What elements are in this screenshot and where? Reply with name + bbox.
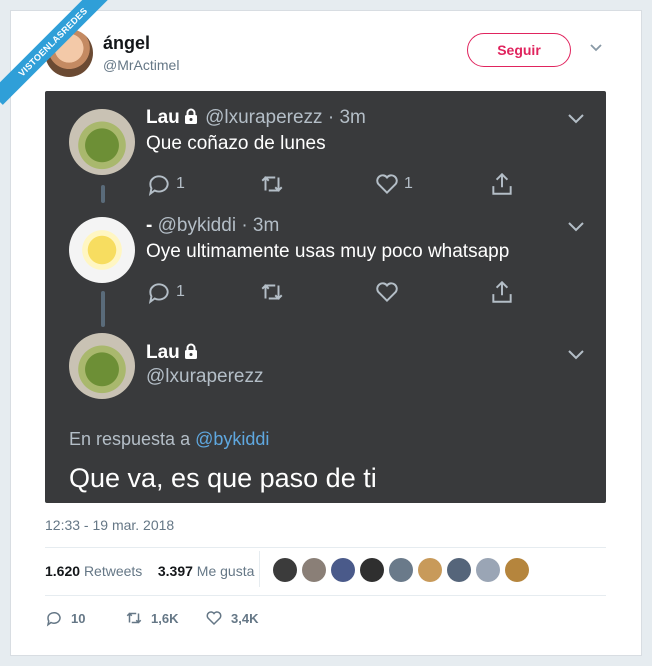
reply-button[interactable]: 10 <box>45 609 85 627</box>
author-name[interactable]: - <box>146 215 152 236</box>
author-handle[interactable]: @lxuraperezz <box>205 107 323 128</box>
tweet-time: · 3m <box>241 215 280 236</box>
chevron-down-icon[interactable] <box>567 217 585 235</box>
user-handle[interactable]: @MrActimel <box>103 57 179 73</box>
reply-mention-link[interactable]: @bykiddi <box>195 429 269 449</box>
share-button[interactable] <box>489 171 515 197</box>
liker-avatar[interactable] <box>505 558 529 582</box>
tweet-header: Lau <box>146 342 200 364</box>
tweet-card: VISTOENLASREDES ángel @MrActimel Seguir … <box>0 0 642 656</box>
reply-prefix: En respuesta a <box>69 429 191 449</box>
likes-label[interactable]: Me gusta <box>197 563 255 579</box>
lock-icon <box>184 343 197 359</box>
retweet-icon <box>126 612 142 624</box>
chevron-down-icon[interactable] <box>567 345 585 363</box>
chevron-down-icon[interactable] <box>589 41 603 55</box>
reply-button[interactable]: 1 <box>146 279 185 305</box>
liker-avatar[interactable] <box>331 558 355 582</box>
retweet-count: 1,6K <box>151 610 179 626</box>
tweet-time: · 3m <box>327 107 366 128</box>
reply-button[interactable]: 1 <box>146 171 185 197</box>
follow-button[interactable]: Seguir <box>467 33 571 67</box>
reply-count: 10 <box>71 610 86 626</box>
like-button[interactable] <box>374 279 404 305</box>
liker-avatar[interactable] <box>360 558 384 582</box>
reply-icon <box>148 175 169 197</box>
retweets-count[interactable]: 1.620 <box>45 563 80 579</box>
screenshot-panel: Lau @lxuraperezz · 3m Que coñazo de lune… <box>45 91 606 503</box>
tweet-timestamp[interactable]: 12:33 - 19 mar. 2018 <box>45 517 174 533</box>
liker-avatar[interactable] <box>273 558 297 582</box>
avatar[interactable] <box>69 333 135 399</box>
liker-avatar[interactable] <box>476 558 500 582</box>
liker-avatars <box>273 558 529 582</box>
share-icon <box>492 280 512 303</box>
thread-line <box>101 185 105 203</box>
retweets-label[interactable]: Retweets <box>84 563 142 579</box>
share-button[interactable] <box>489 279 515 305</box>
tweet-stats: 1.620 Retweets 3.397 Me gusta <box>45 563 254 579</box>
divider <box>45 595 606 596</box>
divider <box>259 551 260 587</box>
like-button[interactable]: 1 <box>374 171 413 197</box>
divider <box>45 547 606 548</box>
reply-count: 1 <box>176 283 185 300</box>
retweet-button[interactable] <box>259 171 289 197</box>
share-icon <box>492 172 512 195</box>
liker-avatar[interactable] <box>389 558 413 582</box>
likes-count[interactable]: 3.397 <box>158 563 193 579</box>
like-count: 1 <box>404 175 413 192</box>
main-tweet-text: Que va, es que paso de ti <box>69 463 377 493</box>
like-button[interactable]: 3,4K <box>205 609 258 627</box>
heart-icon <box>206 611 222 626</box>
heart-icon <box>376 282 398 303</box>
tweet-text: Oye ultimamente usas muy poco whatsapp <box>146 241 510 262</box>
retweet-button[interactable] <box>259 279 289 305</box>
author-handle[interactable]: @bykiddi <box>158 215 236 236</box>
like-count: 3,4K <box>231 610 259 626</box>
heart-icon <box>376 174 398 195</box>
liker-avatar[interactable] <box>302 558 326 582</box>
tweet-text: Que coñazo de lunes <box>146 133 326 154</box>
retweet-icon <box>261 176 283 192</box>
reply-count: 1 <box>176 175 185 192</box>
tweet-header: - @bykiddi · 3m <box>146 215 279 237</box>
reply-icon <box>148 283 169 305</box>
retweet-button[interactable]: 1,6K <box>125 609 178 627</box>
author-handle[interactable]: @lxuraperezz <box>146 366 264 388</box>
avatar[interactable] <box>69 217 135 283</box>
author-name[interactable]: Lau <box>146 107 180 128</box>
chevron-down-icon[interactable] <box>567 109 585 127</box>
author-name[interactable]: Lau <box>146 342 180 363</box>
user-name[interactable]: ángel <box>103 33 150 54</box>
retweet-icon <box>261 284 283 300</box>
liker-avatar[interactable] <box>418 558 442 582</box>
liker-avatar[interactable] <box>447 558 471 582</box>
thread-line <box>101 291 105 327</box>
reply-icon <box>46 611 61 627</box>
reply-context: En respuesta a @bykiddi <box>69 429 269 450</box>
lock-icon <box>184 108 197 124</box>
tweet-header: Lau @lxuraperezz · 3m <box>146 107 366 129</box>
avatar[interactable] <box>69 109 135 175</box>
